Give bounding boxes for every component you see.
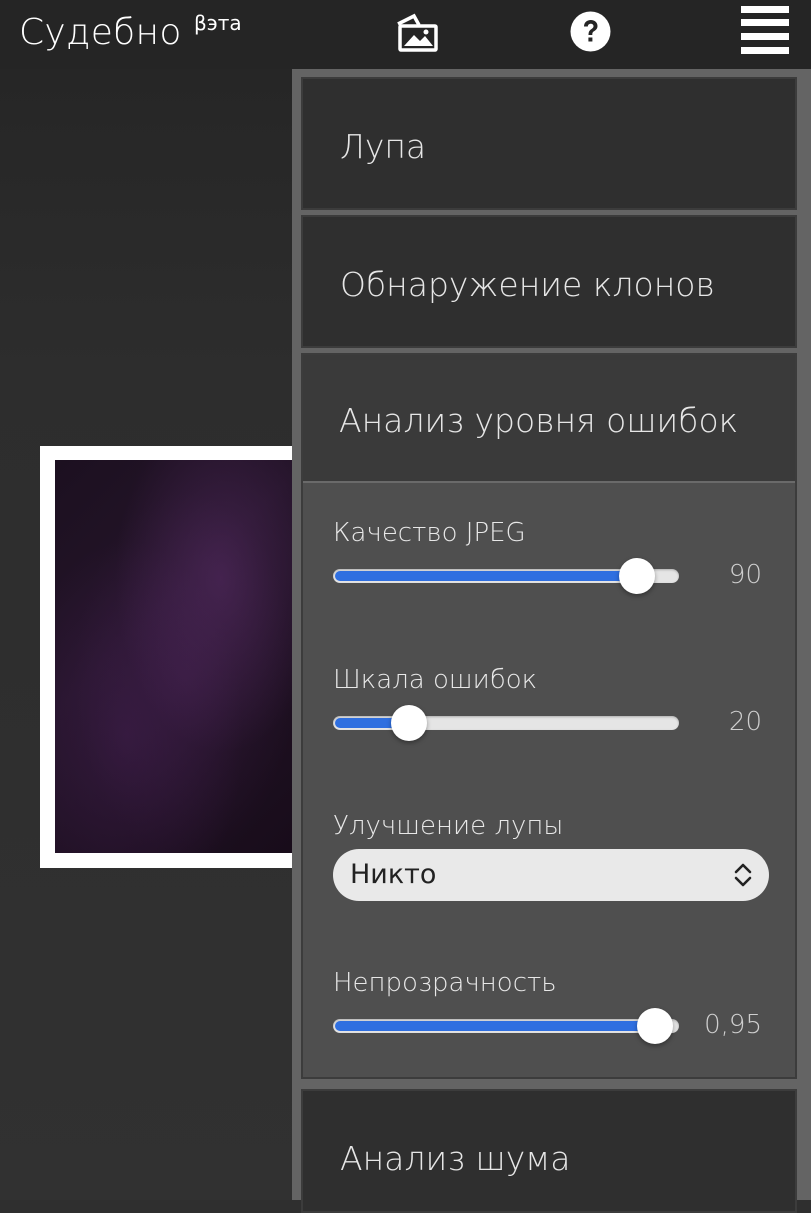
app-title: Судебно <box>19 12 182 53</box>
clone-detection-section[interactable]: Обнаружение клонов <box>301 215 797 348</box>
noise-analysis-section[interactable]: Анализ шума <box>301 1089 797 1213</box>
jpeg-quality-slider-fill <box>335 571 637 581</box>
loupe-section[interactable]: Лупа <box>301 77 797 210</box>
ela-result-image <box>55 460 292 853</box>
beta-badge: βэта <box>194 11 242 35</box>
error-scale-label: Шкала ошибок <box>333 665 538 695</box>
opacity-slider-fill <box>335 1021 655 1031</box>
opacity-label: Непрозрачность <box>333 968 557 998</box>
image-canvas[interactable] <box>0 69 292 1200</box>
menu-icon[interactable] <box>741 6 789 54</box>
opacity-value: 0,95 <box>704 1010 762 1040</box>
jpeg-quality-slider-thumb[interactable] <box>619 558 655 594</box>
ela-section-label: Анализ уровня ошибок <box>339 401 739 440</box>
jpeg-quality-value: 90 <box>728 560 762 590</box>
jpeg-quality-slider[interactable] <box>333 558 679 594</box>
error-level-analysis-section: Анализ уровня ошибок Качество JPEG 90 Шк… <box>301 353 797 1079</box>
error-scale-value: 20 <box>728 707 762 737</box>
image-icon[interactable] <box>392 10 440 54</box>
noise-analysis-label: Анализ шума <box>340 1139 571 1178</box>
magnifier-enhancement-select[interactable]: Никто <box>333 849 769 901</box>
error-scale-slider[interactable] <box>333 705 679 741</box>
tools-panel: Лупа Обнаружение клонов Анализ уровня ош… <box>292 69 811 1213</box>
magnifier-enhancement-label: Улучшение лупы <box>333 811 564 841</box>
image-preview-frame[interactable] <box>40 446 292 868</box>
loupe-section-label: Лупа <box>340 127 427 166</box>
jpeg-quality-label: Качество JPEG <box>333 518 526 548</box>
help-icon[interactable] <box>570 11 611 52</box>
chevron-updown-icon <box>734 863 752 887</box>
error-scale-slider-thumb[interactable] <box>391 705 427 741</box>
opacity-slider[interactable] <box>333 1008 679 1044</box>
ela-section-header[interactable]: Анализ уровня ошибок <box>303 355 795 483</box>
clone-detection-label: Обнаружение клонов <box>340 265 715 304</box>
opacity-slider-thumb[interactable] <box>637 1008 673 1044</box>
magnifier-enhancement-selected: Никто <box>350 859 437 890</box>
top-bar: Судебно βэта <box>0 0 811 69</box>
